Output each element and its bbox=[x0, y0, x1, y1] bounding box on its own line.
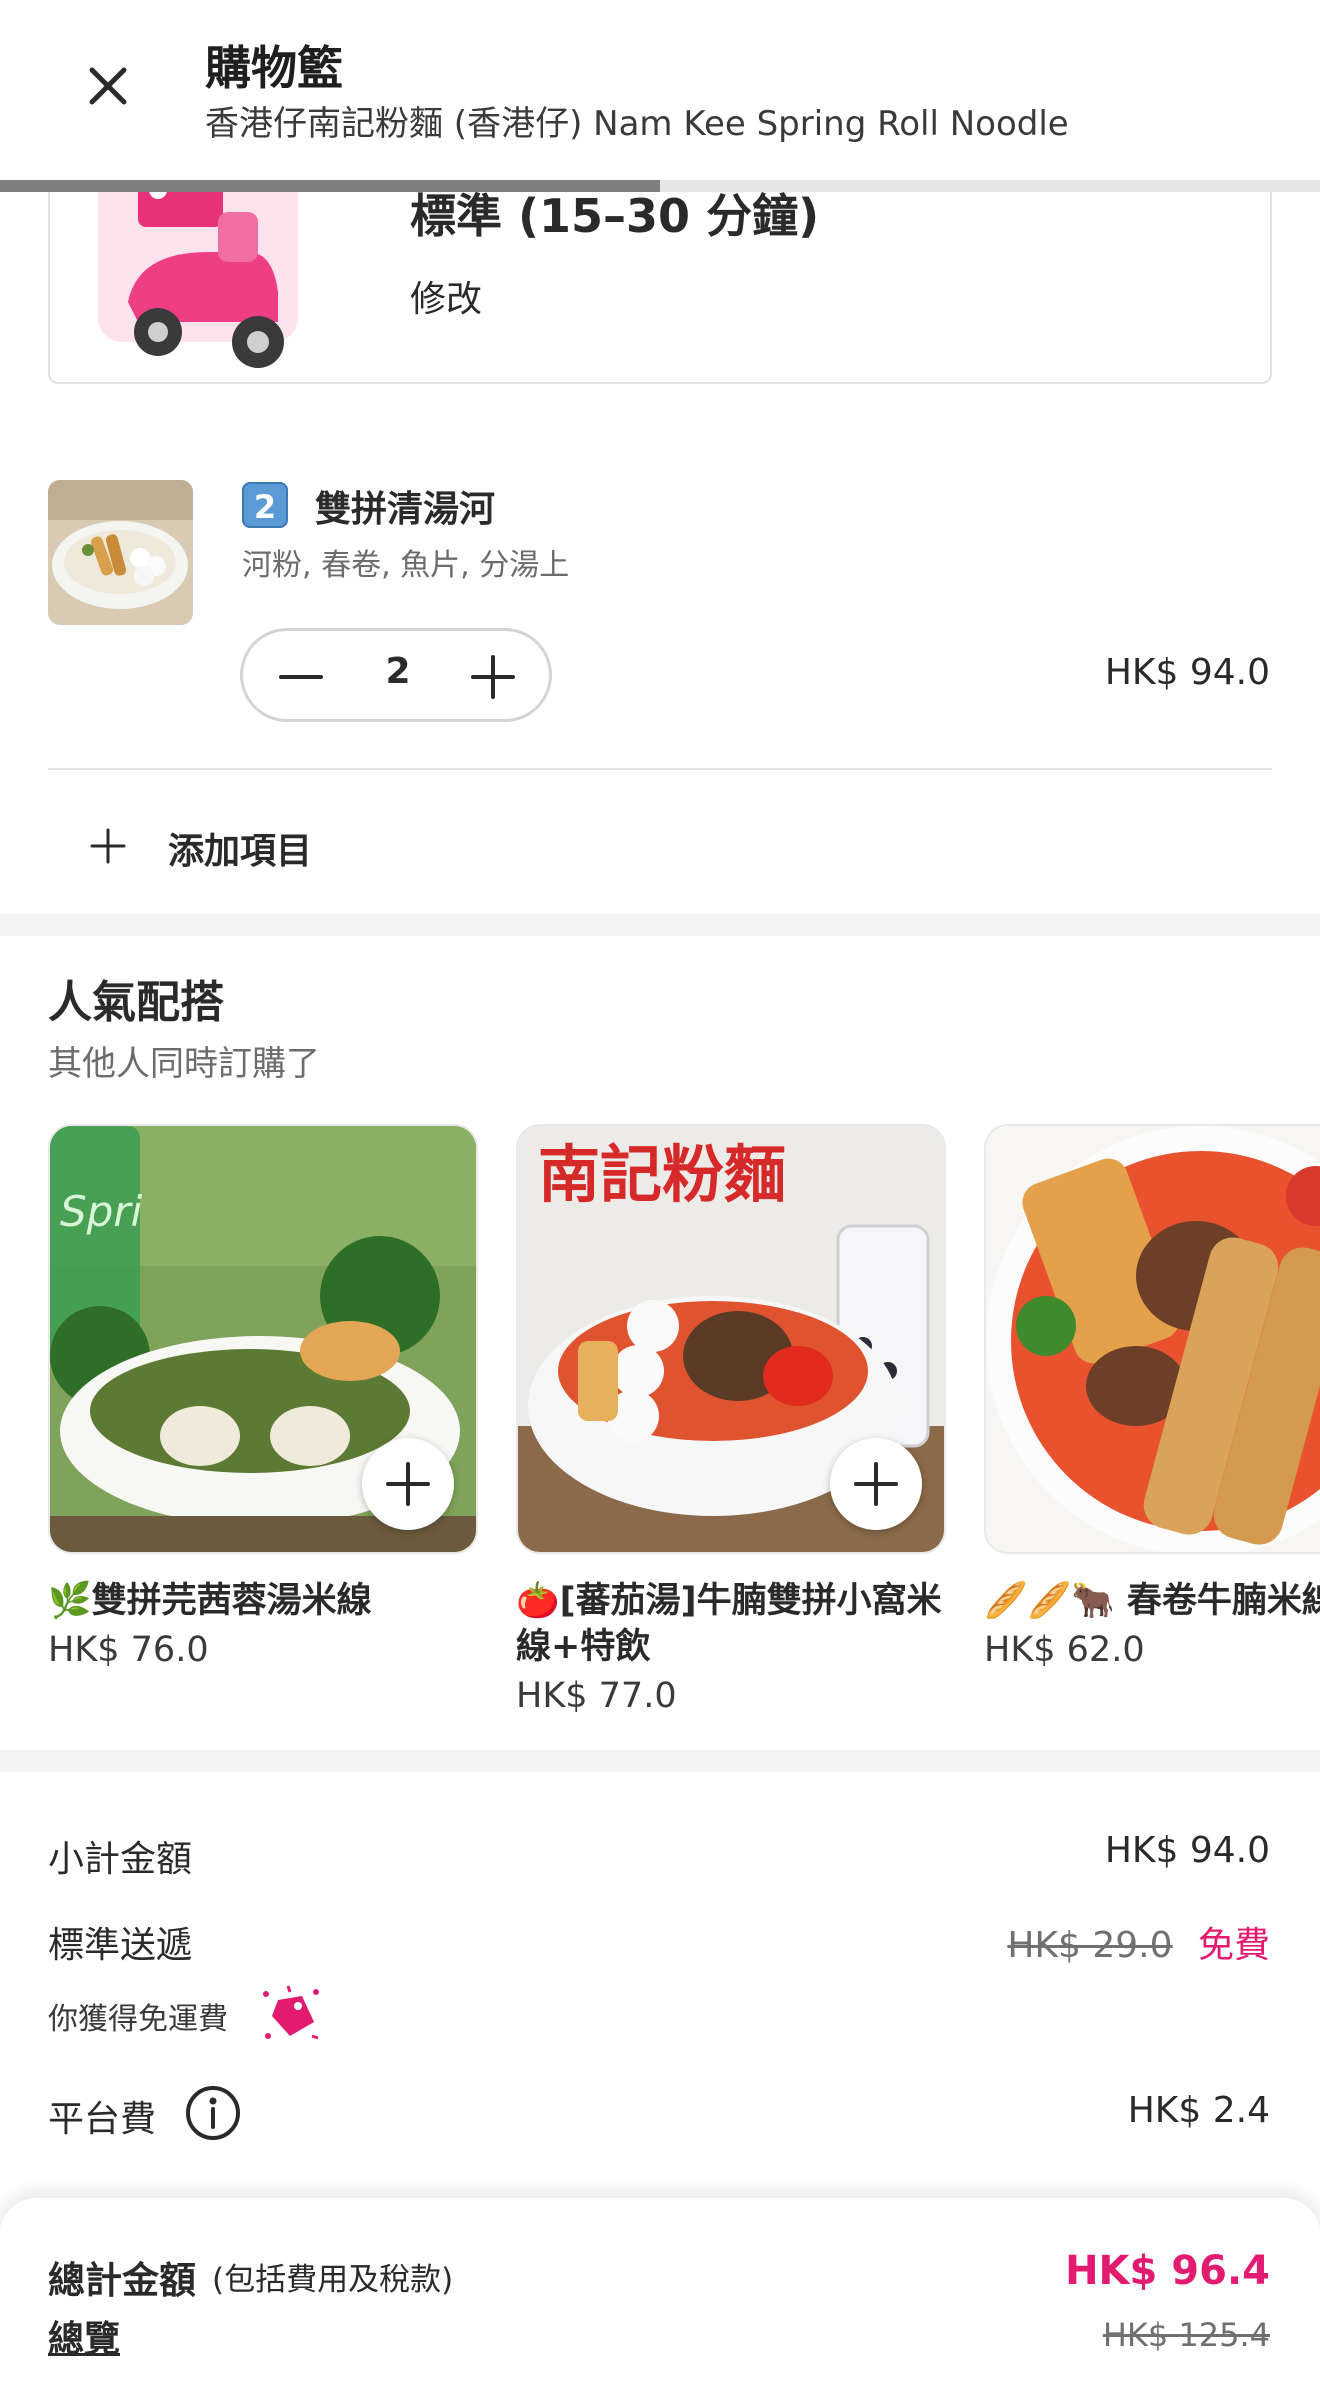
delivery-fee-label: 標準送遞 bbox=[48, 1925, 193, 1966]
page-title: 購物籃 bbox=[205, 41, 343, 95]
quantity-stepper: 2 bbox=[240, 628, 552, 722]
svg-text:Spri: Spri bbox=[60, 1187, 143, 1236]
restaurant-name: 香港仔南記粉麵 (香港仔) Nam Kee Spring Roll Noodle bbox=[205, 104, 1069, 144]
subtotal-label: 小計金額 bbox=[48, 1839, 193, 1880]
cart-item-options: 河粉, 春卷, 魚片, 分湯上 bbox=[242, 548, 570, 583]
divider bbox=[48, 768, 1272, 770]
cart-item-name: 雙拼清湯河 bbox=[315, 489, 496, 530]
delivery-fee-free: 免費 bbox=[1197, 1925, 1270, 1966]
cart-header: 購物籃 香港仔南記粉麵 (香港仔) Nam Kee Spring Roll No… bbox=[0, 0, 1320, 180]
plus-icon bbox=[854, 1462, 898, 1506]
section-separator bbox=[0, 914, 1320, 936]
add-to-cart-button[interactable] bbox=[362, 1438, 454, 1530]
quantity-value: 2 bbox=[385, 651, 411, 692]
recommendation-price: HK$ 77.0 bbox=[516, 1676, 677, 1716]
cart-item-price: HK$ 94.0 bbox=[1104, 652, 1270, 693]
recommendation-name: 🥖🥖🐂 春卷牛腩米線 bbox=[984, 1581, 1320, 1621]
brand-logo-text: 南記粉麵 bbox=[538, 1138, 786, 1211]
recommendation-name: 🌿雙拼芫茜蓉湯米線 bbox=[48, 1581, 372, 1621]
total-value: HK$ 96.4 bbox=[1065, 2248, 1270, 2294]
minus-icon bbox=[279, 675, 323, 679]
recommendation-image bbox=[984, 1124, 1320, 1554]
plus-icon bbox=[90, 828, 126, 864]
subtotal-value: HK$ 94.0 bbox=[1104, 1830, 1270, 1871]
scroll-progress-fill bbox=[0, 180, 660, 192]
platform-fee-label: 平台費 bbox=[48, 2099, 157, 2140]
recommendation-price: HK$ 76.0 bbox=[48, 1630, 209, 1670]
popular-section-title: 人氣配搭 bbox=[48, 977, 224, 1028]
delivery-fee-original: HK$ 29.0 bbox=[1007, 1925, 1173, 1966]
recommendation-card[interactable]: 🥖🥖🐂 春卷牛腩米線 HK$ 62.0 bbox=[984, 1124, 1320, 1670]
add-to-cart-button[interactable] bbox=[830, 1438, 922, 1530]
section-separator bbox=[0, 1750, 1320, 1772]
recommendation-image: 南記粉麵 bbox=[516, 1124, 946, 1554]
delivery-fee-value: HK$ 29.0 免費 bbox=[1007, 1916, 1270, 1968]
cart-page: 標準 (15–30 分鐘) 修改 購物籃 香港仔南記粉麵 (香港仔) Nam K… bbox=[0, 0, 1320, 2401]
recommendation-card[interactable]: Spri 🌿雙拼芫茜蓉湯米線 HK$ 76.0 bbox=[48, 1124, 478, 1670]
order-total-sheet: 總計金額 (包括費用及稅款) 總覽 HK$ 96.4 HK$ 125.4 bbox=[0, 2198, 1320, 2401]
platform-fee-value: HK$ 2.4 bbox=[1127, 2090, 1270, 2131]
recommendation-name: 🍅[蕃茄湯]牛腩雙拼小窩米線+特飲 bbox=[516, 1581, 942, 1667]
info-icon[interactable] bbox=[184, 2084, 242, 2142]
discount-tag-icon bbox=[263, 1985, 319, 2040]
increase-quantity-button[interactable] bbox=[465, 649, 521, 705]
total-note: (包括費用及稅款) bbox=[212, 2262, 454, 2298]
scooter-image bbox=[98, 172, 298, 382]
cart-item-image bbox=[48, 480, 193, 625]
delivery-edit-link[interactable]: 修改 bbox=[410, 270, 482, 322]
popular-section-subtitle: 其他人同時訂購了 bbox=[48, 1044, 320, 1084]
decrease-quantity-button[interactable] bbox=[273, 651, 329, 703]
add-items-label: 添加項目 bbox=[168, 831, 313, 872]
recommendation-image: Spri bbox=[48, 1124, 478, 1554]
free-delivery-note: 你獲得免運費 bbox=[48, 2002, 228, 2037]
recommendation-card[interactable]: 南記粉麵 🍅[蕃茄湯]牛腩雙拼小窩米線+特飲 HK$ 77.0 bbox=[516, 1124, 946, 1716]
recommendation-price: HK$ 62.0 bbox=[984, 1630, 1145, 1670]
item-number-badge: 2 bbox=[242, 482, 288, 528]
close-icon[interactable] bbox=[78, 56, 138, 116]
overview-link[interactable]: 總覽 bbox=[48, 2310, 120, 2362]
close-button[interactable] bbox=[78, 56, 138, 116]
plus-icon bbox=[386, 1462, 430, 1506]
total-label: 總計金額 bbox=[48, 2259, 196, 2302]
scroll-progress-bar bbox=[0, 180, 1320, 192]
total-original-value: HK$ 125.4 bbox=[1102, 2316, 1270, 2354]
plus-icon bbox=[471, 655, 515, 699]
